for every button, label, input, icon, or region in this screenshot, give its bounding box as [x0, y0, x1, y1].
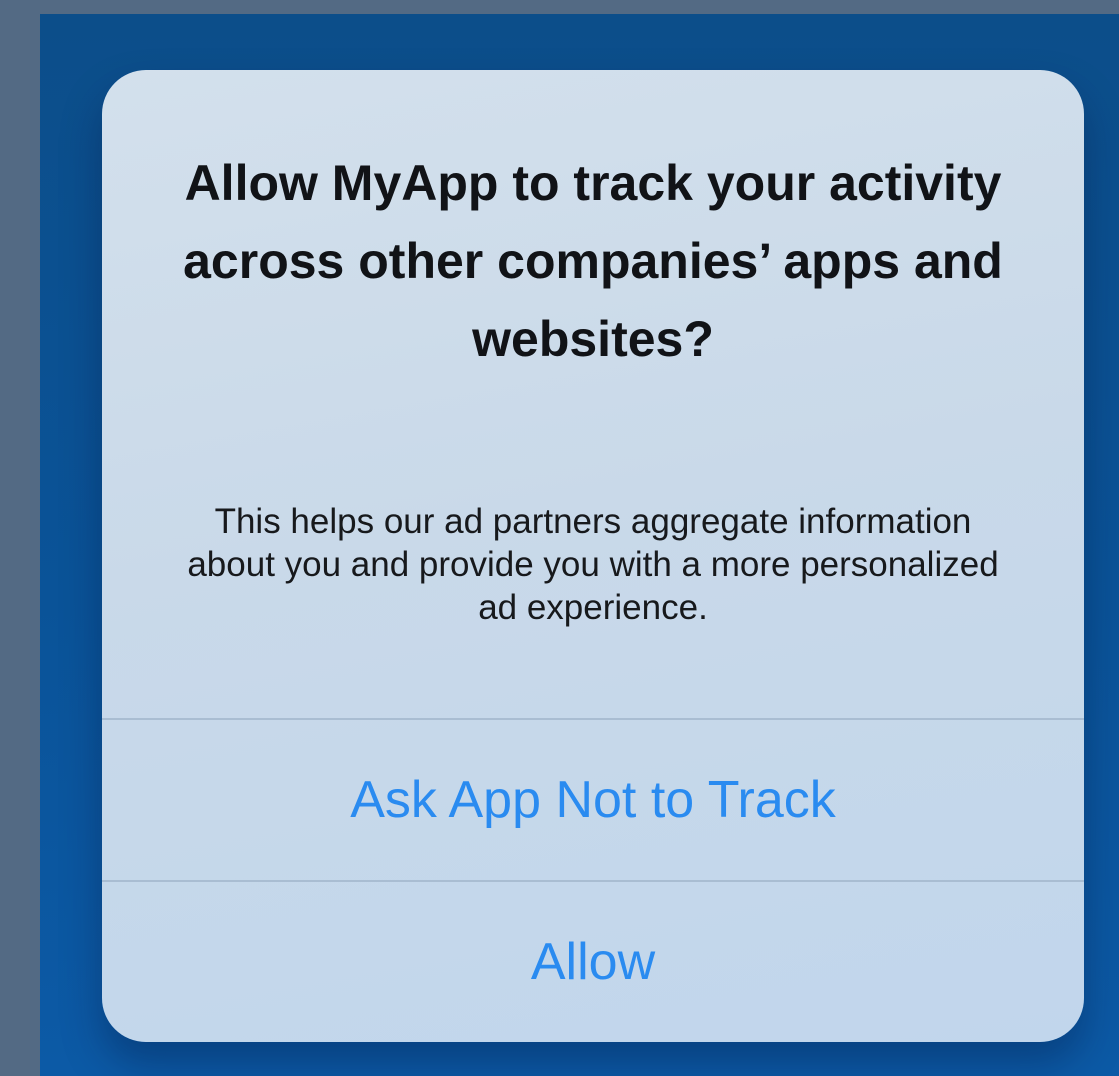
alert-title: Allow MyApp to track your activity acros…: [183, 155, 1003, 367]
tracking-permission-alert: Allow MyApp to track your activity acros…: [102, 70, 1084, 1042]
allow-button[interactable]: Allow: [102, 882, 1084, 1042]
alert-message: This helps our ad partners aggregate inf…: [187, 502, 999, 627]
ask-not-to-track-button[interactable]: Ask App Not to Track: [102, 720, 1084, 880]
alert-content: Allow MyApp to track your activity acros…: [102, 70, 1084, 718]
